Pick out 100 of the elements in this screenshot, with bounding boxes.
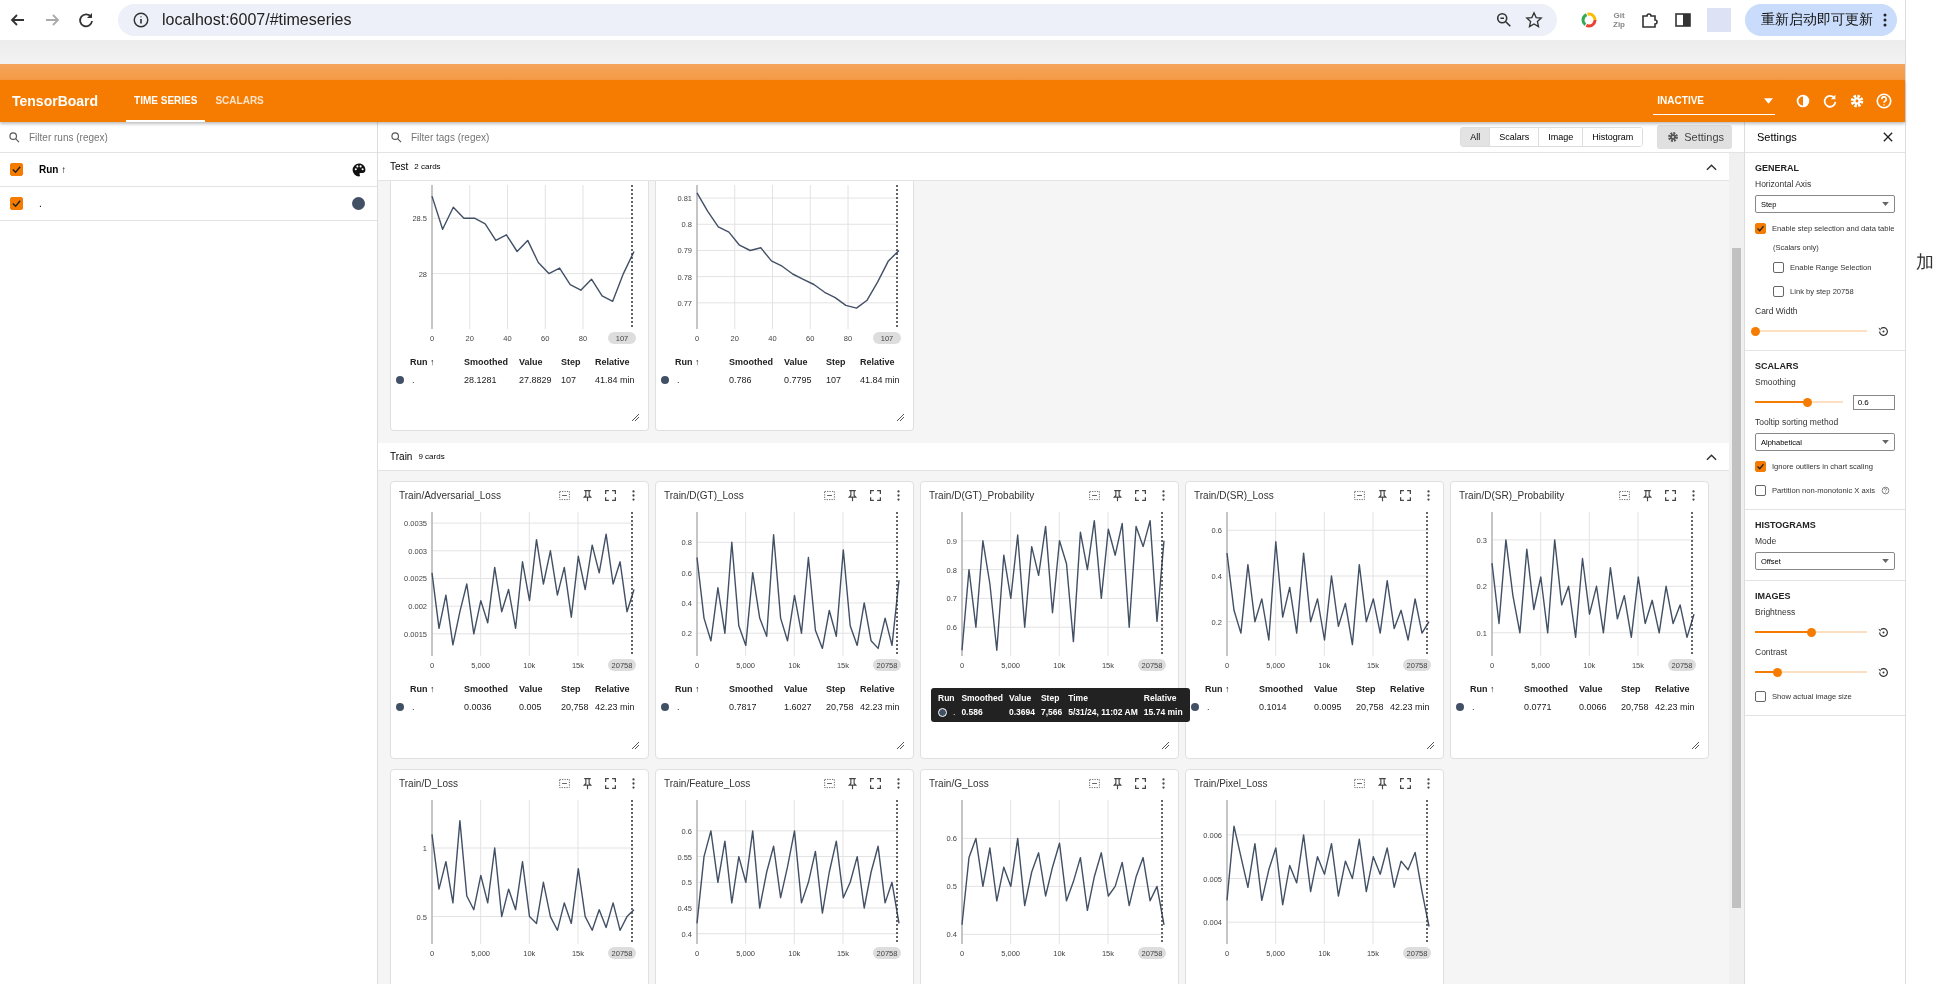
more-icon[interactable] [1883,13,1887,27]
zoom-icon[interactable] [1495,11,1513,29]
settings-button[interactable]: Settings [1657,125,1732,149]
fit-domain-icon[interactable] [1618,488,1631,502]
checkbox[interactable] [1755,222,1766,234]
fit-domain-icon[interactable] [558,776,571,790]
step-marker-line[interactable] [896,184,898,330]
fullscreen-icon[interactable] [604,776,617,790]
type-filter-button[interactable]: Histogram [1582,128,1643,146]
checkbox[interactable] [1755,484,1766,496]
fit-domain-icon[interactable] [823,776,836,790]
step-marker-line[interactable] [1161,799,1163,945]
slider-thumb[interactable] [1806,627,1816,637]
legend-header: Run ↑ [1470,684,1496,694]
legend-value: 0.0771 [1524,702,1553,712]
resize-handle-icon[interactable] [1160,740,1170,750]
step-marker-line[interactable] [1426,511,1428,657]
panel-title: Settings [1757,131,1797,143]
reset-icon[interactable] [1877,665,1890,679]
help-icon[interactable] [1881,485,1890,495]
fullscreen-icon[interactable] [1399,488,1412,502]
pin-icon[interactable] [1111,488,1124,502]
pin-icon[interactable] [1641,488,1654,502]
resize-handle-icon[interactable] [895,412,905,422]
tag-filter-field[interactable]: Filter tags (regex) [409,130,613,144]
star-icon[interactable] [1525,11,1543,29]
fullscreen-icon[interactable] [1134,488,1147,502]
slider-thumb[interactable] [1772,667,1782,677]
fullscreen-icon[interactable] [1134,776,1147,790]
scrollbar-thumb[interactable] [1732,248,1741,908]
close-icon[interactable] [1883,132,1893,142]
slider-thumb[interactable] [1803,397,1813,407]
checkbox[interactable] [10,197,23,210]
side-window-text: 加 [1915,251,1934,274]
legend-header: Step [826,357,847,367]
resize-handle-icon[interactable] [1425,740,1435,750]
ring-extension-icon[interactable] [1579,10,1599,30]
fit-domain-icon[interactable] [1088,488,1101,502]
fullscreen-icon[interactable] [1664,488,1677,502]
group-header[interactable]: Test 2 cards [378,153,1729,181]
fullscreen-icon[interactable] [1399,776,1412,790]
fit-domain-icon[interactable] [558,488,571,502]
checkbox[interactable] [1773,261,1784,273]
resize-handle-icon[interactable] [630,740,640,750]
resize-handle-icon[interactable] [1690,740,1700,750]
fit-domain-icon[interactable] [1353,488,1366,502]
address-bar[interactable]: localhost:6007/#timeseries [118,4,1557,36]
fit-domain-icon[interactable] [823,488,836,502]
step-marker-line[interactable] [1691,511,1693,657]
checkbox[interactable] [1755,690,1766,702]
collapse-icon[interactable] [1706,452,1717,461]
step-marker-line[interactable] [1426,799,1428,945]
step-marker-line[interactable] [631,184,633,330]
legend-value: 20,758 [826,702,855,712]
reset-icon[interactable] [1877,324,1890,338]
resize-handle-icon[interactable] [630,412,640,422]
run-color-dot[interactable] [352,197,365,210]
side-panel-icon[interactable] [1673,10,1693,30]
pin-icon[interactable] [1376,488,1389,502]
pin-icon[interactable] [846,488,859,502]
type-filter-button[interactable]: All [1461,128,1490,146]
group-header[interactable]: Train 9 cards [378,443,1729,471]
resize-handle-icon[interactable] [895,740,905,750]
slider-thumb[interactable] [1750,326,1760,336]
number-field[interactable]: 0.6 [1852,394,1895,410]
fullscreen-icon[interactable] [869,488,882,502]
legend-value: 0.7795 [784,375,813,385]
fit-domain-icon[interactable] [1353,776,1366,790]
pin-icon[interactable] [581,488,594,502]
fullscreen-icon[interactable] [869,776,882,790]
collapse-icon[interactable] [1706,162,1717,171]
fit-domain-icon[interactable] [1088,776,1101,790]
card-title: Train/D(GT)_Loss [664,489,744,501]
info-icon[interactable] [132,11,150,29]
pin-icon[interactable] [846,776,859,790]
legend-value: 107 [826,375,843,385]
checkbox[interactable] [1755,460,1766,472]
update-button[interactable]: 重新启动即可更新 [1745,4,1897,36]
legend-header: Smoothed [1259,684,1304,694]
checkbox[interactable] [1773,285,1784,297]
pin-icon[interactable] [1111,776,1124,790]
reset-icon[interactable] [1877,625,1890,639]
checkbox[interactable] [10,163,23,176]
step-marker-line[interactable] [896,799,898,945]
column-header[interactable]: Run ↑ [39,164,67,175]
step-marker-line[interactable] [631,799,633,945]
step-marker-line[interactable] [1161,511,1163,657]
theme-icon[interactable] [1794,92,1812,110]
palette-icon[interactable] [351,161,367,178]
pin-icon[interactable] [1376,776,1389,790]
step-marker-line[interactable] [896,511,898,657]
puzzle-icon[interactable] [1639,10,1659,30]
tooltip-value: 7,566 [1040,707,1063,717]
legend-header: Step [561,357,582,367]
step-marker-line[interactable] [631,511,633,657]
extension-icon[interactable]: Git Zip [1613,11,1625,29]
fullscreen-icon[interactable] [604,488,617,502]
settings-icon[interactable] [1848,92,1866,110]
pin-icon[interactable] [581,776,594,790]
run-filter-field[interactable]: Filter runs (regex) [27,130,231,144]
